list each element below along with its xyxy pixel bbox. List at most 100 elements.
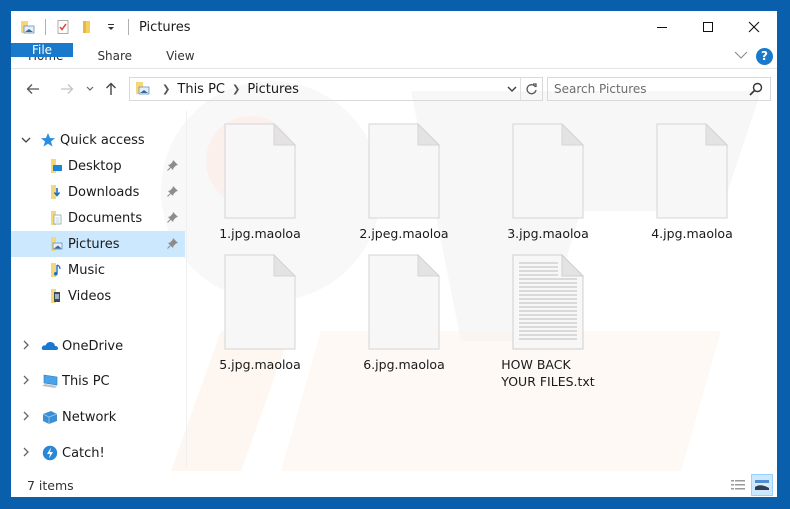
onedrive-icon: [41, 337, 59, 355]
file-name-line: YOUR FILES.txt: [501, 374, 595, 389]
file-item[interactable]: 2.jpeg.maoloa: [344, 123, 464, 242]
file-item[interactable]: 4.jpg.maoloa: [632, 123, 752, 242]
details-view-icon: [731, 480, 745, 490]
search-box: [547, 77, 771, 101]
pin-icon[interactable]: [167, 237, 179, 253]
sidebar-item-music[interactable]: Music: [11, 257, 185, 283]
pin-icon[interactable]: [167, 211, 179, 227]
chevron-right-icon[interactable]: [19, 340, 33, 353]
refresh-icon: [526, 82, 537, 94]
new-folder-icon[interactable]: [78, 18, 96, 36]
navigation-pane: Quick access Desktop Downloads Documents…: [11, 111, 187, 467]
chevron-right-icon[interactable]: [19, 411, 33, 424]
breadcrumb-this-pc[interactable]: This PC: [177, 82, 225, 97]
up-button[interactable]: [99, 77, 123, 101]
expand-ribbon-button[interactable]: [734, 49, 748, 63]
item-count: 7 items: [27, 477, 74, 493]
sidebar-item-quick-access[interactable]: Quick access: [11, 127, 185, 153]
file-item[interactable]: 1.jpg.maoloa: [200, 123, 320, 242]
large-icons-view-button[interactable]: [751, 474, 773, 496]
file-item[interactable]: 6.jpg.maoloa: [344, 254, 464, 373]
sidebar-item-label: Music: [68, 262, 105, 278]
pictures-folder-icon: [135, 80, 151, 99]
sidebar-item-videos[interactable]: Videos: [11, 283, 185, 309]
blank-file-icon: [512, 123, 584, 219]
blank-file-icon: [368, 123, 440, 219]
refresh-button[interactable]: [520, 78, 542, 100]
chevron-right-icon[interactable]: [19, 375, 33, 388]
maximize-button[interactable]: [685, 11, 731, 43]
window-controls: [639, 11, 777, 43]
sidebar-item-label: Videos: [68, 288, 112, 304]
tab-file[interactable]: File: [11, 43, 73, 57]
chevron-down-icon: [86, 86, 94, 91]
file-item[interactable]: HOW BACK YOUR FILES.txt: [488, 254, 608, 390]
minimize-icon: [657, 27, 667, 28]
status-bar: 7 items: [11, 473, 777, 497]
tab-share[interactable]: Share: [80, 43, 149, 68]
file-name: 2.jpeg.maoloa: [359, 226, 449, 241]
title-bar: Pictures: [11, 11, 777, 43]
sidebar-item-network[interactable]: Network: [11, 404, 185, 430]
breadcrumb-pictures[interactable]: Pictures: [247, 82, 298, 97]
breadcrumb-separator-icon[interactable]: ❯: [162, 84, 170, 95]
sidebar-item-pictures[interactable]: Pictures: [11, 231, 185, 257]
arrow-left-icon: [26, 84, 39, 94]
toolbar-divider: [128, 19, 129, 35]
sidebar-item-label: Downloads: [68, 184, 140, 200]
pictures-folder-icon: [19, 18, 37, 36]
file-item[interactable]: 3.jpg.maoloa: [488, 123, 608, 242]
back-button[interactable]: [21, 77, 45, 101]
sidebar-item-documents[interactable]: Documents: [11, 205, 185, 231]
sidebar-item-downloads[interactable]: Downloads: [11, 179, 185, 205]
file-name: 6.jpg.maoloa: [363, 357, 445, 372]
quick-access-toolbar: Pictures: [11, 11, 190, 43]
sidebar-item-catch[interactable]: Catch!: [11, 440, 185, 466]
file-list: 1.jpg.maoloa 2.jpeg.maoloa 3.jpg.maoloa …: [188, 111, 777, 467]
close-button[interactable]: [731, 11, 777, 43]
forward-button[interactable]: [55, 77, 79, 101]
large-icons-view-icon: [755, 480, 769, 490]
documents-folder-icon: [47, 209, 65, 227]
sidebar-item-this-pc[interactable]: This PC: [11, 368, 185, 394]
breadcrumb-separator-icon[interactable]: ❯: [232, 84, 240, 95]
ribbon-right-controls: ?: [734, 43, 773, 69]
sidebar-item-desktop[interactable]: Desktop: [11, 153, 185, 179]
search-icon[interactable]: [748, 81, 764, 100]
address-history-dropdown[interactable]: [504, 78, 520, 100]
desktop-folder-icon: [47, 157, 65, 175]
blank-file-icon: [224, 123, 296, 219]
file-item[interactable]: 5.jpg.maoloa: [200, 254, 320, 373]
sidebar-item-label: Documents: [68, 210, 143, 226]
maximize-icon: [703, 22, 713, 32]
pin-icon[interactable]: [167, 159, 179, 175]
chevron-down-icon: [734, 51, 748, 59]
blank-file-icon: [224, 254, 296, 350]
music-folder-icon: [47, 261, 65, 279]
chevron-down-icon[interactable]: [19, 134, 33, 147]
sidebar-item-label: Network: [62, 409, 117, 425]
address-bar[interactable]: ❯ This PC ❯ Pictures: [129, 77, 543, 101]
pictures-folder-icon: [47, 235, 65, 253]
toolbar-divider: [45, 19, 46, 35]
recent-locations-button[interactable]: [83, 77, 97, 101]
search-input[interactable]: [548, 82, 738, 96]
details-view-button[interactable]: [727, 474, 749, 496]
arrow-up-icon: [106, 82, 116, 95]
minimize-button[interactable]: [639, 11, 685, 43]
sidebar-item-label: OneDrive: [62, 338, 124, 354]
sidebar-item-onedrive[interactable]: OneDrive: [11, 333, 185, 359]
downloads-folder-icon: [47, 183, 65, 201]
file-name: 1.jpg.maoloa: [219, 226, 301, 241]
properties-icon[interactable]: [54, 18, 72, 36]
catch-icon: [41, 444, 59, 462]
help-button[interactable]: ?: [756, 47, 773, 65]
sidebar-item-label: Desktop: [68, 158, 122, 174]
view-switcher: [725, 473, 773, 497]
star-icon: [39, 131, 57, 149]
customize-toolbar-icon[interactable]: [102, 18, 120, 36]
pin-icon[interactable]: [167, 185, 179, 201]
chevron-right-icon[interactable]: [19, 447, 33, 460]
tab-view[interactable]: View: [149, 43, 211, 68]
blank-file-icon: [656, 123, 728, 219]
